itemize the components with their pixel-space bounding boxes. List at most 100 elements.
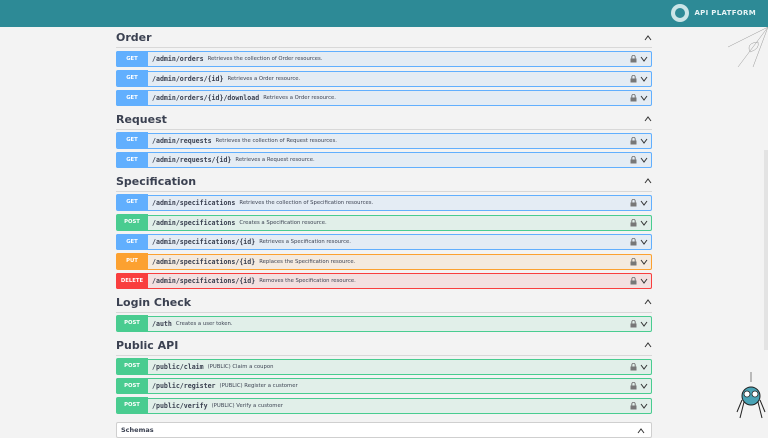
- method-badge: GET: [116, 89, 148, 106]
- lock-icon[interactable]: [630, 257, 637, 266]
- section-title: Order: [116, 31, 152, 44]
- operation-row[interactable]: POST/admin/specifications Creates a Speci…: [116, 214, 652, 231]
- section-specification: Specification GET/admin/specifications Ret…: [116, 172, 652, 290]
- method-badge: PUT: [116, 253, 148, 270]
- operation-path: /admin/orders: [152, 55, 204, 63]
- operation-icons: [630, 55, 648, 63]
- operation-row[interactable]: POST/public/claim (PUBLIC) Claim a coupon: [116, 358, 652, 375]
- lock-icon[interactable]: [630, 362, 637, 371]
- section-request: Request GET/admin/requests Retrieves the c…: [116, 110, 652, 169]
- lock-icon[interactable]: [630, 238, 637, 246]
- operation-row[interactable]: GET/admin/orders/{id}/download Retrieves …: [116, 89, 652, 107]
- lock-icon[interactable]: [630, 156, 637, 164]
- operation-description: Retrieves a Order resource.: [263, 95, 336, 102]
- operation-description: Retrieves a Specification resource.: [259, 239, 351, 246]
- scrollbar[interactable]: [764, 150, 768, 350]
- method-badge: GET: [116, 151, 148, 168]
- chevron-up-icon[interactable]: [644, 341, 652, 349]
- chevron-down-icon[interactable]: [640, 219, 648, 227]
- operation-icons: [630, 401, 648, 410]
- section-header[interactable]: Login Check: [116, 293, 652, 313]
- method-badge: POST: [116, 214, 148, 231]
- chevron-down-icon[interactable]: [640, 137, 648, 145]
- method-badge: DELETE: [116, 272, 148, 289]
- chevron-down-icon[interactable]: [640, 402, 648, 410]
- spider-mascot-icon: [736, 372, 766, 419]
- section-order: Order GET/admin/orders Retrieves the colle…: [116, 28, 652, 107]
- operation-path: /public/verify: [152, 401, 208, 410]
- operation-row[interactable]: POST/auth Creates a user token.: [116, 315, 652, 332]
- chevron-down-icon[interactable]: [640, 199, 648, 207]
- chevron-down-icon[interactable]: [640, 320, 648, 328]
- operation-row[interactable]: GET/admin/requests/{id} Retrieves a Reque…: [116, 151, 652, 169]
- operation-row[interactable]: GET/admin/requests Retrieves the collecti…: [116, 132, 652, 149]
- method-badge: GET: [116, 50, 148, 67]
- operation-icons: [630, 277, 648, 285]
- chevron-down-icon[interactable]: [640, 258, 648, 266]
- section-title: Login Check: [116, 295, 192, 309]
- lock-icon[interactable]: [630, 198, 637, 207]
- operation-path: /admin/specifications/{id}: [152, 277, 256, 286]
- method-badge: GET: [116, 233, 148, 250]
- section-public-api: Public API POST/public/claim (PUBLIC) Clai…: [116, 336, 652, 414]
- lock-icon[interactable]: [630, 94, 637, 102]
- lock-icon[interactable]: [630, 401, 637, 410]
- lock-icon[interactable]: [630, 382, 637, 390]
- chevron-down-icon[interactable]: [640, 55, 648, 63]
- operation-row[interactable]: POST/public/verify (PUBLIC) Verify a cust…: [116, 397, 652, 414]
- chevron-up-icon[interactable]: [644, 34, 652, 42]
- chevron-down-icon[interactable]: [640, 94, 648, 102]
- operation-description: Replaces the Specification resource.: [259, 258, 356, 265]
- operation-icons: [630, 74, 648, 83]
- chevron-down-icon[interactable]: [640, 238, 648, 246]
- operation-icons: [630, 136, 648, 145]
- operation-description: Creates a user token.: [175, 320, 233, 327]
- section-header[interactable]: Specification: [116, 172, 652, 192]
- chevron-down-icon[interactable]: [640, 277, 648, 285]
- section-header[interactable]: Public API: [116, 336, 652, 356]
- api-platform-logo[interactable]: API PLATFORM: [670, 3, 756, 23]
- operation-row[interactable]: GET/admin/specifications/{id} Retrieves a…: [116, 233, 652, 251]
- operation-description: (PUBLIC) Verify a customer: [211, 402, 283, 409]
- lock-icon[interactable]: [630, 136, 637, 145]
- schemas-panel[interactable]: Schemas: [116, 422, 652, 438]
- operation-path: /admin/specifications: [152, 198, 236, 207]
- lock-icon[interactable]: [630, 218, 637, 227]
- operation-row[interactable]: GET/admin/orders Retrieves the collection…: [116, 50, 652, 67]
- operation-description: Retrieves the collection of Order resour…: [207, 56, 323, 62]
- section-header[interactable]: Request: [116, 110, 652, 130]
- method-badge: POST: [116, 358, 148, 375]
- operation-icons: [630, 218, 648, 227]
- operation-icons: [630, 319, 648, 328]
- section-title: Request: [116, 112, 167, 126]
- chevron-down-icon[interactable]: [640, 363, 648, 371]
- operation-row[interactable]: GET/admin/orders/{id} Retrieves a Order r…: [116, 70, 652, 87]
- chevron-down-icon[interactable]: [640, 156, 648, 164]
- lock-icon[interactable]: [630, 74, 637, 83]
- operation-path: /admin/specifications: [152, 218, 236, 227]
- operation-row[interactable]: GET/admin/specifications Retrieves the co…: [116, 194, 652, 211]
- lock-icon[interactable]: [630, 319, 637, 328]
- chevron-up-icon[interactable]: [644, 115, 652, 123]
- method-badge: GET: [116, 132, 148, 149]
- method-badge: POST: [116, 315, 148, 332]
- chevron-up-icon[interactable]: [644, 298, 652, 306]
- lock-icon[interactable]: [630, 277, 637, 285]
- operation-icons: [630, 362, 648, 371]
- chevron-up-icon[interactable]: [637, 427, 645, 435]
- section-header[interactable]: Order: [116, 28, 652, 48]
- operation-row[interactable]: DELETE/admin/specifications/{id} Removes …: [116, 272, 652, 290]
- operation-icons: [630, 156, 648, 164]
- chevron-up-icon[interactable]: [644, 177, 652, 185]
- chevron-down-icon[interactable]: [640, 75, 648, 83]
- method-badge: POST: [116, 397, 148, 414]
- operation-path: /admin/specifications/{id}: [152, 238, 256, 247]
- operations-list: Order GET/admin/orders Retrieves the colle…: [116, 28, 652, 417]
- operation-path: /public/claim: [152, 362, 204, 371]
- chevron-down-icon[interactable]: [640, 382, 648, 390]
- operation-row[interactable]: POST/public/register (PUBLIC) Register a …: [116, 377, 652, 395]
- lock-icon[interactable]: [630, 55, 637, 63]
- operation-icons: [630, 198, 648, 207]
- operation-icons: [630, 382, 648, 390]
- operation-row[interactable]: PUT/admin/specifications/{id} Replaces th…: [116, 253, 652, 270]
